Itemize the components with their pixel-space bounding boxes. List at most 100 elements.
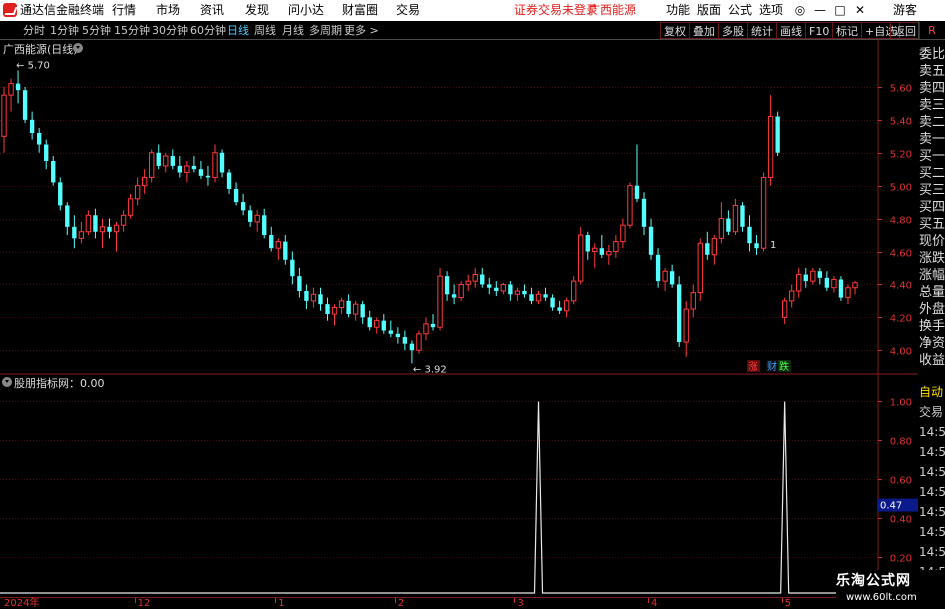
period-weekly[interactable]: 周线: [254, 21, 276, 40]
candle-body-up[interactable]: [85, 214, 92, 233]
candle-body-down[interactable]: [283, 241, 288, 260]
candle-body-down[interactable]: [402, 337, 408, 344]
candle-body-up[interactable]: [711, 237, 718, 256]
period-multi[interactable]: 多周期: [309, 21, 342, 40]
candle-body-down[interactable]: [325, 304, 330, 315]
candle-body-down[interactable]: [15, 83, 21, 91]
candle-body-up[interactable]: [99, 226, 106, 233]
candle-body-down[interactable]: [226, 172, 232, 189]
btn-overlay[interactable]: 叠加: [689, 22, 719, 39]
btn-adjust[interactable]: 复权: [660, 22, 690, 39]
candle-body-up[interactable]: [127, 198, 134, 216]
candle-body-up[interactable]: [374, 320, 380, 328]
candle-body-down[interactable]: [648, 226, 654, 255]
candle-body-down[interactable]: [72, 226, 77, 239]
main-settings-icon[interactable]: [73, 43, 83, 53]
candle-body-up[interactable]: [331, 306, 338, 315]
candle-body-down[interactable]: [290, 259, 295, 277]
btn-multi-stock[interactable]: 多股: [718, 22, 748, 39]
menu-item-options[interactable]: 选项: [759, 0, 783, 21]
candle-body-down[interactable]: [205, 175, 211, 178]
candle-body-down[interactable]: [705, 243, 710, 255]
candle-body-down[interactable]: [247, 210, 253, 222]
candle-body-up[interactable]: [141, 176, 148, 187]
candle-body-down[interactable]: [444, 276, 450, 295]
candle-body-down[interactable]: [817, 271, 823, 278]
candle-body-up[interactable]: [563, 300, 570, 312]
candle-body-down[interactable]: [170, 156, 175, 166]
candle-body-down[interactable]: [529, 294, 534, 301]
candle-body-up[interactable]: [184, 165, 190, 173]
right-panel-tab[interactable]: R: [918, 21, 945, 40]
candle-body-down[interactable]: [269, 235, 274, 249]
menu-item-market[interactable]: 市场: [156, 0, 180, 21]
badge-die[interactable]: 跌: [779, 360, 789, 373]
kline-chart[interactable]: 4.00 4.20 4.40 4.60 4.80 5.00 5.20 5.40 5.60 0.20…: [0, 40, 945, 597]
candle-body-up[interactable]: [620, 224, 626, 243]
candle-body-up[interactable]: [1, 94, 7, 137]
candle-body-down[interactable]: [838, 279, 844, 298]
chart-svg[interactable]: 4.00 4.20 4.40 4.60 4.80 5.00 5.20 5.40 5.60 0.20…: [0, 40, 918, 597]
candle-body-up[interactable]: [8, 83, 14, 96]
candle-body-down[interactable]: [107, 226, 112, 232]
candle-body-down[interactable]: [304, 291, 309, 301]
period-60min[interactable]: 60分钟: [190, 21, 226, 40]
candle-body-up[interactable]: [149, 152, 155, 178]
period-timeshare[interactable]: 分时: [23, 21, 45, 40]
menu-item-layout[interactable]: 版面: [697, 0, 721, 21]
candle-body-down[interactable]: [585, 235, 590, 252]
candle-body-down[interactable]: [803, 274, 808, 282]
candle-body-down[interactable]: [641, 198, 647, 227]
minimize-icon[interactable]: —: [810, 0, 830, 21]
candle-body-down[interactable]: [550, 297, 555, 308]
candle-body-up[interactable]: [718, 218, 725, 239]
candle-body-down[interactable]: [487, 284, 492, 288]
candle-body-up[interactable]: [514, 290, 521, 295]
candle-body-down[interactable]: [726, 218, 731, 232]
candle-body-down[interactable]: [381, 320, 386, 331]
candle-body-down[interactable]: [655, 254, 661, 282]
candle-body-up[interactable]: [592, 247, 598, 252]
candle-body-down[interactable]: [522, 291, 527, 295]
candle-body-down[interactable]: [747, 226, 752, 244]
candle-body-down[interactable]: [93, 215, 98, 232]
btn-mark[interactable]: 标记: [832, 22, 862, 39]
candle-body-up[interactable]: [831, 278, 837, 289]
period-5min[interactable]: 5分钟: [82, 21, 111, 40]
candle-body-up[interactable]: [254, 214, 260, 223]
guest-label[interactable]: 游客: [893, 0, 917, 21]
candle-body-down[interactable]: [740, 205, 745, 227]
candle-body-up[interactable]: [810, 270, 816, 282]
candle-body-down[interactable]: [318, 294, 323, 305]
candle-body-down[interactable]: [233, 188, 239, 203]
candle-body-up[interactable]: [472, 274, 478, 282]
candle-body-up[interactable]: [767, 116, 774, 178]
candle-body-up[interactable]: [163, 155, 169, 167]
btn-stats[interactable]: 统计: [747, 22, 777, 39]
candle-body-up[interactable]: [690, 292, 696, 310]
indicator-line[interactable]: [0, 401, 878, 594]
candle-body-up[interactable]: [606, 251, 612, 256]
candle-body-down[interactable]: [44, 144, 49, 161]
candle-body-up[interactable]: [570, 280, 577, 302]
candle-body-up[interactable]: [212, 152, 218, 178]
candle-body-up[interactable]: [578, 234, 584, 282]
candle-body-down[interactable]: [191, 165, 197, 170]
btn-draw[interactable]: 画线: [776, 22, 806, 39]
candle-body-down[interactable]: [669, 271, 675, 285]
period-daily[interactable]: 日线: [227, 21, 249, 40]
sub-dropdown-icon[interactable]: [2, 377, 12, 387]
candle-body-down[interactable]: [65, 205, 70, 227]
candle-body-down[interactable]: [262, 215, 267, 236]
candle-body-up[interactable]: [613, 241, 619, 252]
candle-body-up[interactable]: [852, 282, 858, 289]
candle-body-up[interactable]: [627, 185, 633, 226]
menu-item-ask[interactable]: 问小达: [288, 0, 324, 21]
badge-zhang[interactable]: 涨: [748, 361, 758, 373]
candle-body-down[interactable]: [58, 182, 63, 206]
candle-body-down[interactable]: [775, 116, 780, 153]
candle-body-up[interactable]: [416, 333, 422, 351]
candle-body-up[interactable]: [845, 287, 851, 299]
candle-body-down[interactable]: [177, 165, 183, 173]
candle-body-up[interactable]: [310, 293, 317, 302]
